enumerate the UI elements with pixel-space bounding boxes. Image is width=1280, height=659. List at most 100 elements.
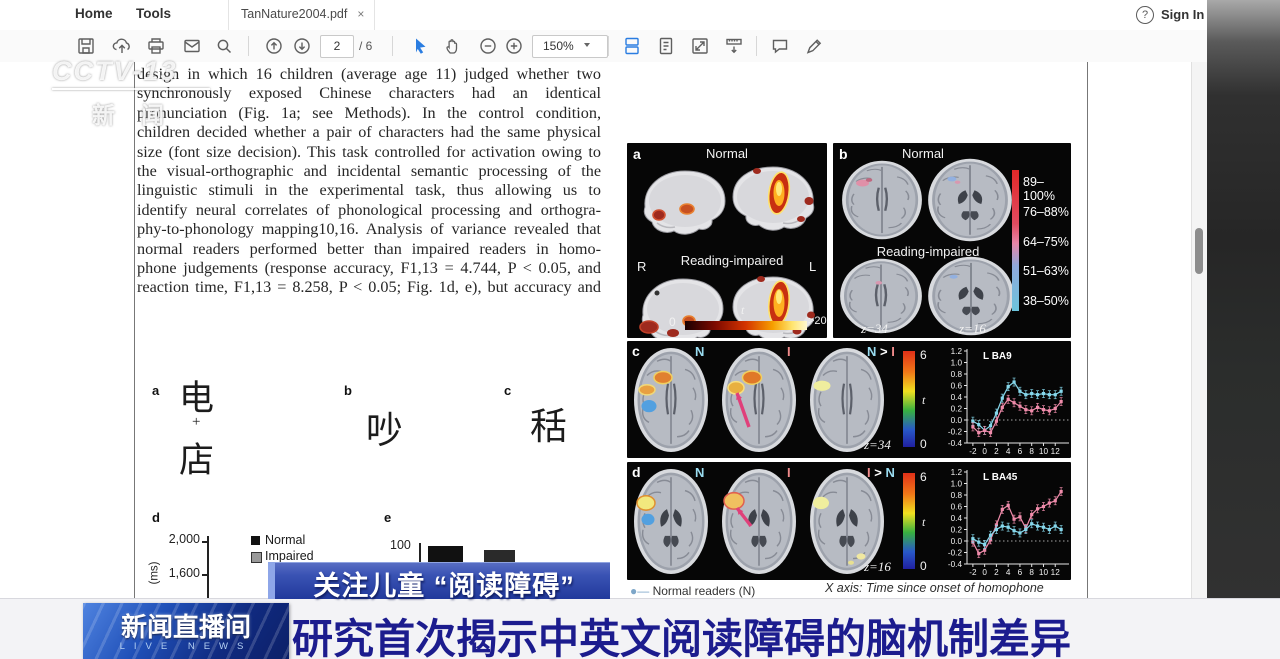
svg-text:0.8: 0.8	[951, 370, 963, 379]
svg-text:0: 0	[982, 447, 987, 456]
highlight-pen-icon[interactable]	[804, 36, 824, 56]
ytick-1600: 1,600	[160, 566, 200, 580]
next-page-icon[interactable]	[292, 36, 312, 56]
ytick-2000: 2,000	[160, 532, 200, 546]
logo-title: 新闻直播间	[83, 607, 289, 644]
article-paragraph: design in which 16 children (average age…	[137, 65, 601, 298]
svg-text:-2: -2	[969, 447, 977, 456]
search-icon[interactable]	[214, 36, 234, 56]
scrollbar-track[interactable]	[1191, 62, 1208, 598]
colorbar-t: t	[741, 303, 744, 318]
scale-64-75: 64–75%	[1023, 235, 1069, 249]
divider	[392, 36, 393, 56]
text-line: synchronously exposed Chinese characters…	[137, 84, 601, 103]
fit-width-icon[interactable]	[724, 36, 744, 56]
svg-text:0.0: 0.0	[951, 416, 963, 425]
zoom-in-icon[interactable]	[504, 36, 524, 56]
brain-renderings	[627, 143, 827, 338]
panel-d-n-label: N	[695, 465, 704, 480]
svg-text:4: 4	[1006, 568, 1011, 577]
news-program-logo: 新闻直播间 LIVE NEWS	[83, 603, 289, 659]
single-page-view-icon[interactable]	[656, 36, 676, 56]
comment-icon[interactable]	[770, 36, 790, 56]
legend-swatch-impaired	[251, 552, 262, 563]
legend-swatch-normal	[251, 536, 260, 545]
svg-text:10: 10	[1039, 568, 1049, 577]
svg-text:-0.2: -0.2	[948, 548, 963, 557]
panel-a-right-label: R	[637, 259, 646, 274]
topic-banner-text: 关注儿童 “阅读障碍”	[284, 564, 604, 603]
page-edge-left	[134, 62, 135, 598]
print-icon[interactable]	[146, 36, 166, 56]
plus-fixation: +	[192, 414, 200, 431]
video-letterbox	[1207, 0, 1280, 598]
previous-page-icon[interactable]	[264, 36, 284, 56]
brain-panel-a: a Normal R Reading-impaired L 0 t >20	[627, 143, 827, 338]
svg-text:0.4: 0.4	[951, 514, 963, 523]
close-icon[interactable]: ×	[357, 7, 364, 21]
divider	[608, 36, 609, 56]
fig-label-b: b	[344, 383, 352, 398]
divider	[248, 36, 249, 56]
chevron-down-icon	[584, 43, 590, 47]
panel-d-i-label: I	[787, 465, 791, 480]
svg-text:0.2: 0.2	[951, 525, 963, 534]
sign-in-button[interactable]: Sign In	[1161, 7, 1204, 22]
svg-text:-0.2: -0.2	[948, 427, 963, 436]
banner-accent-strip	[268, 562, 275, 599]
page-edge-right	[1087, 62, 1088, 598]
svg-text:0.0: 0.0	[951, 537, 963, 546]
zoom-out-icon[interactable]	[478, 36, 498, 56]
stimulus-char-b: 吵	[366, 400, 403, 454]
colorbar-min: 0	[920, 559, 927, 573]
panel-b-z34: z=34	[861, 321, 888, 337]
headline-text: 研究首次揭示中英文阅读障碍的脑机制差异	[292, 605, 1071, 659]
panel-b-impaired-label: Reading-impaired	[833, 244, 1023, 259]
timecourse-chart-ba9: 1.21.00.80.60.40.20.0-0.2-0.4-2024681012…	[931, 343, 1069, 457]
ytick-100: 100	[390, 538, 411, 552]
select-tool-icon[interactable]	[410, 36, 430, 56]
svg-text:1.0: 1.0	[951, 358, 963, 367]
svg-text:0.6: 0.6	[951, 381, 963, 390]
hand-tool-icon[interactable]	[443, 36, 463, 56]
panel-b-z16: z=16	[959, 321, 986, 337]
pdf-page: CCTV-13 新闻 design in which 16 children (…	[0, 62, 1207, 598]
fit-to-window-icon[interactable]	[690, 36, 710, 56]
panel-c-i-label: I	[787, 344, 791, 359]
share-upload-icon[interactable]	[112, 36, 132, 56]
figure-xaxis-note: X axis: Time since onset of homophone	[825, 581, 1044, 595]
help-icon[interactable]: ?	[1136, 6, 1154, 24]
legend-impaired-label: Impaired	[265, 549, 314, 563]
zoom-level-select[interactable]: 150%	[532, 35, 608, 58]
logo-subtitle: LIVE NEWS	[83, 641, 289, 652]
scrollbar-thumb[interactable]	[1195, 228, 1203, 274]
svg-text:10: 10	[1039, 447, 1049, 456]
toolbar: 2 / 6 150%	[0, 30, 1207, 63]
brain-panel-c: c N I N > I z=34 6 t 0 1.21.00.80.60.40.…	[627, 341, 1071, 458]
ytick-mark	[202, 574, 207, 576]
topic-banner: 关注儿童 “阅读障碍”	[268, 562, 610, 599]
colorbar-max: >20	[808, 315, 827, 327]
svg-text:1.0: 1.0	[951, 479, 963, 488]
ytick-mark	[202, 541, 207, 543]
page-number-input[interactable]: 2	[320, 35, 354, 58]
text-line: design in which 16 children (average age…	[137, 65, 601, 84]
stimulus-char-c: 秳	[530, 396, 567, 450]
scale-76-88: 76–88%	[1023, 205, 1069, 219]
text-line: normal readers performed better than imp…	[137, 240, 601, 259]
page-scrolling-view-icon[interactable]	[622, 36, 642, 56]
panel-c-contrast-label: N > I	[867, 344, 895, 359]
page-number-value: 2	[334, 39, 341, 53]
tab-home[interactable]: Home	[75, 6, 113, 21]
scale-89-100: 89–100%	[1023, 175, 1071, 203]
text-line: phy-to-phonology mapping10,16. Analysis …	[137, 220, 601, 239]
panel-a-left-label: L	[809, 259, 816, 274]
email-icon[interactable]	[182, 36, 202, 56]
panel-a-normal-label: Normal	[627, 146, 827, 161]
svg-text:4: 4	[1006, 447, 1011, 456]
tab-tools[interactable]: Tools	[136, 6, 171, 21]
y-axis-line-d	[207, 536, 209, 598]
svg-text:0.6: 0.6	[951, 502, 963, 511]
save-icon[interactable]	[76, 36, 96, 56]
svg-text:L BA45: L BA45	[983, 472, 1018, 483]
